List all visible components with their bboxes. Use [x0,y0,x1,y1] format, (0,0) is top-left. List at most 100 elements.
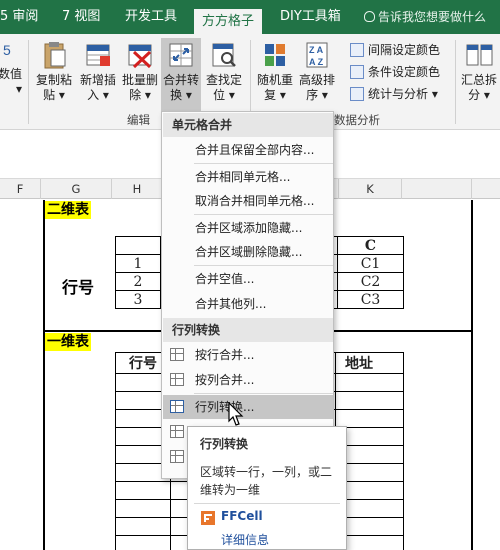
row-number-1[interactable]: 1 [115,254,161,273]
svg-text:Z A: Z A [309,45,324,55]
tooltip-more-info-link[interactable]: 详细信息 [221,531,269,548]
copy-paste-label-1: 复制粘 [35,73,72,87]
grid-icon [170,348,184,361]
advanced-sort-button[interactable]: Z A A Z 高级排 序 ▾ [297,40,337,103]
mouse-cursor-icon [228,402,244,426]
table-cell[interactable] [115,535,171,550]
ribbon-separator [455,40,456,124]
table-cell[interactable] [115,499,171,518]
numeric-icon: 5 [0,40,21,64]
column-header-f[interactable]: F [0,179,40,199]
tab-review[interactable]: 5 审阅 [0,0,38,34]
tooltip-brand: FFCell [221,509,263,523]
transpose-label: 行列转换... [195,400,255,414]
menu-section-row-col: 行列转换 [163,318,333,342]
ribbon-separator [28,40,29,124]
group-label-analysis: 数据分析 [334,113,380,127]
statistics-analysis-button[interactable]: 统计与分析 ▾ [350,84,438,104]
menu-item-merge-add-hidden[interactable]: 合并区域添加隐藏... [163,216,333,240]
interval-color-button[interactable]: 间隔设定颜色 [350,40,440,60]
group-label-edit: 编辑 [127,113,150,127]
menu-item-merge-other-columns[interactable]: 合并其他列... [163,292,333,316]
merge-convert-menu: 单元格合并 合并且保留全部内容... 合并相同单元格... 取消合并相同单元格.… [161,111,334,479]
numeric-arrow: ▾ [15,82,22,96]
menu-item-merge-by-column[interactable]: 按列合并... [163,368,333,392]
row-number-3[interactable]: 3 [115,290,161,309]
interval-color-label: 间隔设定颜色 [368,43,441,57]
insert-new-label-1: 新增插 [79,73,116,87]
insert-rows-icon [82,40,114,70]
table-cell[interactable] [115,481,171,500]
tab-diy-toolbox[interactable]: DIY工具箱 [280,0,341,34]
find-icon [208,40,240,70]
cell-c1[interactable]: C1 [337,254,404,273]
dice-icon [259,40,291,70]
section-label-2d: 二维表 [45,201,91,219]
summary-split-button[interactable]: 汇总拆 分 ▾ [459,40,499,103]
grid-icon [170,425,184,438]
menu-item-merge-remove-hidden[interactable]: 合并区域删除隐藏... [163,240,333,264]
find-locate-label-1: 查找定 [205,73,242,87]
copy-paste-label-2: 贴 ▾ [43,88,65,102]
row-label: 行号 [62,278,95,297]
random-repeat-label-2: 复 ▾ [264,88,286,102]
menu-item-unmerge-same[interactable]: 取消合并相同单元格... [163,189,333,213]
ribbon-tab-bar: 5 审阅 7 视图 开发工具 方方格子 DIY工具箱 告诉我您想要做什么 [0,0,500,34]
batch-delete-label-1: 批量删 [121,73,158,87]
column-header-g[interactable]: G [41,179,111,199]
table-cell[interactable] [115,517,171,536]
batch-delete-label-2: 除 ▾ [129,88,151,102]
conditional-color-label: 条件设定颜色 [368,65,441,79]
merge-by-row-label: 按行合并... [195,348,255,362]
header-address[interactable]: 地址 [335,352,404,374]
menu-item-merge-by-row[interactable]: 按行合并... [163,343,333,367]
tab-view[interactable]: 7 视图 [62,0,100,34]
summary-split-label-1: 汇总拆 [460,73,497,87]
column-header-k[interactable]: K [339,179,401,199]
table-cell[interactable] [115,236,161,255]
row-number-2[interactable]: 2 [115,272,161,291]
advanced-sort-label-2: 序 ▾ [306,88,328,102]
section-label-1d: 一维表 [45,333,91,351]
merge-convert-label-1: 合并转 [162,73,199,87]
insert-new-button[interactable]: 新增插 入 ▾ [78,40,118,103]
table-cell[interactable] [335,373,404,392]
clipboard-icon [38,40,70,70]
random-repeat-button[interactable]: 随机重 复 ▾ [255,40,295,103]
cell-c2[interactable]: C2 [337,272,404,291]
tooltip-description: 区域转一行，一列，或二维转为一维 [200,465,333,497]
summary-split-label-2: 分 ▾ [468,88,490,102]
tell-me-text: 告诉我您想要做什么 [378,10,487,24]
menu-item-transpose[interactable]: 行列转换... [163,395,333,419]
menu-item-merge-empty[interactable]: 合并空值... [163,267,333,291]
menu-item-merge-keep-all[interactable]: 合并且保留全部内容... [163,138,333,162]
find-locate-button[interactable]: 查找定 位 ▾ [204,40,244,103]
batch-delete-button[interactable]: 批量删 除 ▾ [120,40,160,103]
tab-developer[interactable]: 开发工具 [125,0,177,34]
summary-split-icon [463,40,495,70]
table-cell[interactable] [335,391,404,410]
table-header-c[interactable]: C [337,236,404,255]
tell-me-box[interactable]: 告诉我您想要做什么 [364,0,486,34]
copy-paste-button[interactable]: 复制粘 贴 ▾ [34,40,74,103]
transpose-tooltip: 行列转换 区域转一行，一列，或二维转为一维 FFCell 详细信息 [187,426,347,550]
menu-section-cell-merge: 单元格合并 [163,113,333,137]
ffcell-icon [201,511,215,525]
grid-icon [170,373,184,386]
cell-c3[interactable]: C3 [337,290,404,309]
tab-fangfang[interactable]: 方方格子 [194,9,263,34]
statistics-analysis-label: 统计与分析 ▾ [368,87,438,101]
numeric-button-cut[interactable]: 5 数值 ▾ [0,40,22,97]
sort-az-icon: Z A A Z [301,40,333,70]
merge-by-column-label: 按列合并... [195,373,255,387]
interval-color-icon [350,43,364,57]
column-header-h[interactable]: H [112,179,162,199]
lightbulb-icon [364,11,375,22]
merge-convert-label-2: 换 ▾ [170,88,192,102]
copy-grid-icon [170,450,184,463]
conditional-color-button[interactable]: 条件设定颜色 [350,62,440,82]
table-cell[interactable] [335,409,404,428]
transpose-icon [170,400,184,413]
merge-convert-button[interactable]: 合并转 换 ▾ [161,38,201,112]
menu-item-merge-same[interactable]: 合并相同单元格... [163,165,333,189]
